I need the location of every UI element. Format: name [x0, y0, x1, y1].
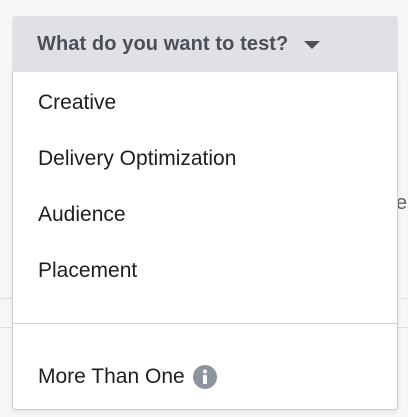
- menu-item-label: Audience: [38, 203, 126, 226]
- dropdown-label: What do you want to test?: [37, 32, 289, 55]
- menu-item-more-than-one[interactable]: More Than One: [13, 349, 397, 405]
- menu-item-label: Placement: [38, 259, 138, 282]
- menu-item-placement[interactable]: Placement: [13, 243, 397, 299]
- menu-item-delivery-optimization[interactable]: Delivery Optimization: [13, 131, 397, 187]
- menu-item-audience[interactable]: Audience: [13, 187, 397, 243]
- menu-divider: [13, 323, 397, 324]
- menu-item-creative[interactable]: Creative: [13, 75, 397, 131]
- page: e What do you want to test? Creative Del…: [0, 0, 408, 417]
- menu-item-label: More Than One: [38, 365, 185, 388]
- caret-down-icon: [304, 41, 321, 49]
- info-icon[interactable]: [192, 365, 217, 389]
- menu-item-label: Creative: [38, 91, 117, 114]
- menu-item-label: Delivery Optimization: [38, 147, 237, 170]
- dropdown-menu: Creative Delivery Optimization Audience …: [12, 72, 398, 410]
- test-type-dropdown[interactable]: What do you want to test?: [12, 16, 398, 72]
